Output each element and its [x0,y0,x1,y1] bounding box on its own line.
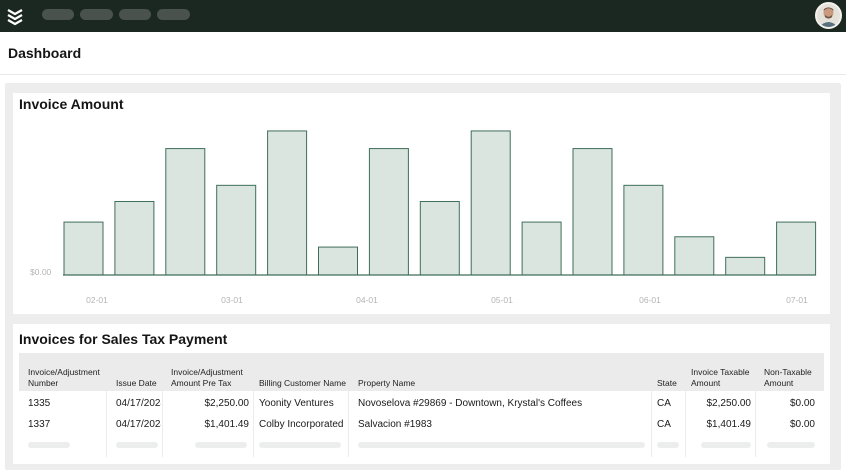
chart-bar[interactable] [623,184,664,276]
header-property-name[interactable]: Property Name [358,378,415,389]
loading-placeholder [28,442,70,448]
cell-billing-customer: Colby Incorporated [259,419,344,430]
loading-placeholder [701,442,751,448]
chart-bar[interactable] [419,201,460,276]
column-divider [685,391,686,457]
chart-bar[interactable] [674,236,715,276]
loading-placeholder [259,442,341,448]
cell-issue-date: 04/17/2024 [116,398,161,409]
cell-non-taxable-amount: $0.00 [789,419,815,430]
chart-bar[interactable] [776,221,817,276]
sales-tax-table: Invoice/Adjustment Number Issue Date Inv… [19,353,824,457]
table-header-row: Invoice/Adjustment Number Issue Date Inv… [19,353,824,391]
cell-property-name: Salvacion #1983 [358,419,432,430]
chart-bar[interactable] [572,148,613,276]
column-divider [755,391,756,457]
chart-bar[interactable] [165,148,206,276]
x-tick-label: 02-01 [86,295,108,305]
column-divider [106,391,107,457]
cell-state: CA [657,419,671,430]
x-tick-label: 03-01 [221,295,243,305]
chart-bar[interactable] [267,130,308,276]
cell-state: CA [657,398,671,409]
cell-invoice-number: 1337 [28,419,51,430]
chart-bar[interactable] [318,246,358,276]
loading-placeholder [195,442,247,448]
cell-taxable-amount: $1,401.49 [706,419,752,430]
cell-billing-customer: Yoonity Ventures [259,398,334,409]
loading-placeholder [116,442,158,448]
loading-placeholder [767,442,815,448]
invoice-amount-chart: $0.00 02-01 03-01 04-01 05-01 06-01 07-01 [30,130,817,305]
cell-property-name: Novoselova #29869 - Downtown, Krystal's … [358,398,583,409]
cell-amount-pre-tax: $2,250.00 [204,398,250,409]
header-invoice-number[interactable]: Invoice/Adjustment Number [28,367,100,389]
cell-invoice-number: 1335 [28,398,51,409]
table-title: Invoices for Sales Tax Payment [19,331,228,347]
header-state[interactable]: State [657,378,677,389]
x-tick-label: 05-01 [491,295,513,305]
cell-non-taxable-amount: $0.00 [789,398,815,409]
header-billing-customer[interactable]: Billing Customer Name [259,378,346,389]
x-tick-label: 04-01 [356,295,378,305]
column-divider [162,391,163,457]
x-tick-label: 07-01 [786,295,808,305]
header-non-taxable-amount[interactable]: Non-Taxable Amount [764,367,812,389]
chart-bar[interactable] [216,184,257,276]
chart-bar[interactable] [521,221,562,276]
loading-placeholder [657,442,679,448]
y-tick-label: $0.00 [30,267,52,277]
chart-bar[interactable] [114,201,155,276]
header-issue-date[interactable]: Issue Date [116,378,157,389]
cell-issue-date: 04/17/2024 [116,419,161,430]
cell-taxable-amount: $2,250.00 [706,398,752,409]
chart-bar[interactable] [725,256,766,276]
loading-placeholder [358,442,645,448]
header-amount-pre-tax[interactable]: Invoice/Adjustment Amount Pre Tax [171,367,243,389]
x-tick-label: 06-01 [639,295,661,305]
column-divider [253,391,254,457]
column-divider [651,391,652,457]
cell-amount-pre-tax: $1,401.49 [204,419,250,430]
chart-bar[interactable] [470,130,511,276]
column-divider [348,391,349,457]
chart-bar[interactable] [63,221,104,276]
chart-bar[interactable] [368,148,409,276]
header-taxable-amount[interactable]: Invoice Taxable Amount [691,367,749,389]
